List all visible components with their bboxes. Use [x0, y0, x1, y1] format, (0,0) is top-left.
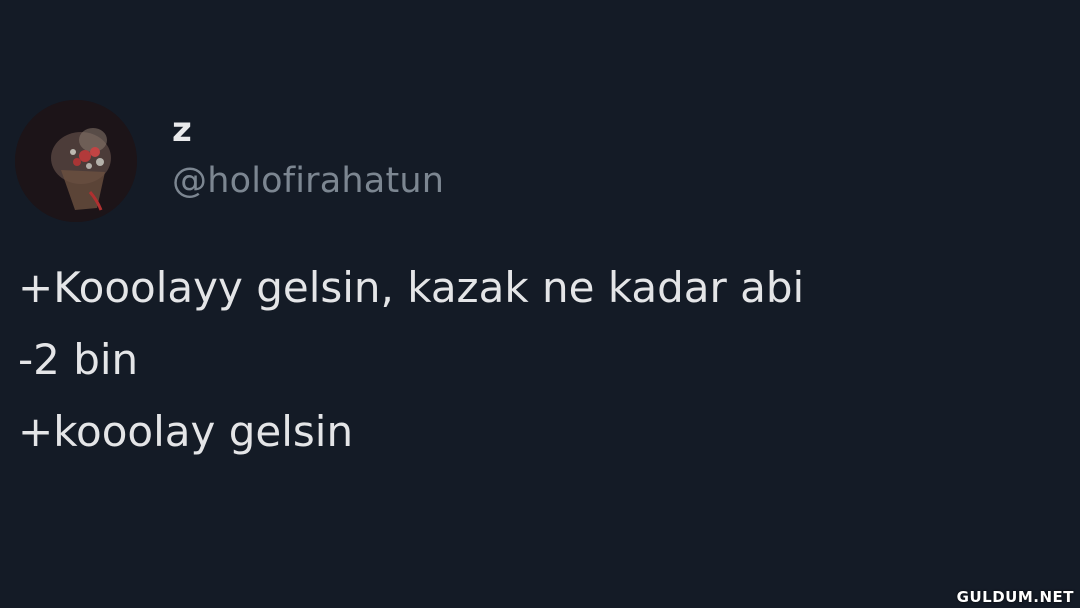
tweet-line-1: +Kooolayy gelsin, kazak ne kadar abi: [18, 263, 805, 312]
tweet-card: z @holofirahatun +Kooolayy gelsin, kazak…: [0, 0, 1080, 608]
flower-bouquet-icon: [15, 100, 137, 222]
tweet-text: +Kooolayy gelsin, kazak ne kadar abi -2 …: [18, 252, 1058, 468]
tweet-line-2: -2 bin: [18, 335, 139, 384]
display-name[interactable]: z: [172, 108, 192, 152]
avatar[interactable]: [15, 100, 137, 222]
site-watermark: GULDUM.NET: [956, 588, 1074, 606]
user-handle[interactable]: @holofirahatun: [172, 158, 444, 204]
tweet-line-3: +kooolay gelsin: [18, 407, 354, 456]
